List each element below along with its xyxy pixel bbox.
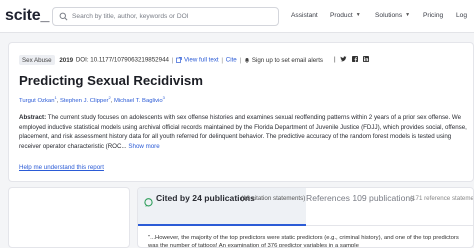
citation-statements-count: (18 citation statements) (241, 195, 306, 202)
author-link[interactable]: Stephen J. Clipper2 (59, 95, 111, 104)
divider: | (334, 56, 336, 63)
author-list: Turgut Ozkan1, Stephen J. Clipper2, Mich… (19, 95, 165, 104)
publication-year: 2019 (59, 56, 74, 64)
search-input[interactable] (72, 9, 272, 24)
citation-snippet: "...However, the majority of the top pre… (148, 235, 459, 248)
top-navigation-bar: scite_ Assistant Product▼ Solutions▼ Pri… (0, 0, 474, 33)
tab-cited-by[interactable]: Cited by 24 publications (18 citation st… (138, 188, 306, 226)
linkedin-icon[interactable] (362, 56, 369, 64)
doi: DOI: 10.1177/1079063219852944 (75, 56, 169, 64)
chevron-down-icon: ▼ (355, 12, 361, 18)
search-box[interactable] (52, 7, 279, 26)
chat-bubble-icon (144, 198, 153, 207)
chevron-down-icon: ▼ (405, 12, 411, 18)
citations-panel: Cited by 24 publications (18 citation st… (137, 187, 474, 248)
alert-label: Sign up to set email alerts (251, 56, 324, 64)
author-affiliation-number: 3 (162, 95, 165, 100)
nav-product[interactable]: Product ▼ (330, 12, 361, 19)
view-full-text-link[interactable]: View full text (184, 57, 219, 64)
author-name: Turgut Ozkan (19, 97, 55, 104)
search-icon (59, 12, 68, 21)
cite-link[interactable]: Cite (226, 57, 237, 64)
references-count: References 109 publications (306, 193, 415, 203)
nav-pricing[interactable]: Pricing (423, 12, 443, 19)
abstract: Abstract: The current study focuses on a… (19, 113, 471, 151)
external-link-icon (176, 56, 182, 63)
nav-solutions[interactable]: Solutions ▼ (375, 12, 410, 19)
alert-link[interactable]: Sign up to set email alerts (244, 57, 323, 64)
nav-log-in[interactable]: Log (456, 12, 467, 19)
divider: | (171, 56, 174, 64)
divider: | (221, 56, 223, 64)
nav-assistant[interactable]: Assistant (291, 12, 318, 19)
abstract-label: Abstract: (19, 114, 47, 121)
scite-logo[interactable]: scite_ (5, 7, 49, 25)
author-link[interactable]: Turgut Ozkan1 (19, 95, 57, 104)
bell-icon (244, 57, 249, 63)
journal-badge: Sex Abuse (19, 55, 55, 65)
abstract-text: The current study focuses on adolescents… (19, 114, 467, 150)
side-panel (8, 187, 130, 248)
author-name: Michael T. Baglivio (113, 97, 163, 104)
author-name: Stephen J. Clipper (59, 97, 109, 104)
cited-by-count: Cited by 24 publications (156, 193, 255, 203)
reference-statements-count: (171 reference statements) (410, 195, 474, 202)
paper-card: Sex Abuse 2019 DOI: 10.1177/107906321985… (8, 42, 474, 182)
tab-references[interactable]: References 109 publications (171 referen… (306, 188, 474, 226)
share-icons: | (334, 56, 369, 64)
paper-meta: Sex Abuse 2019 DOI: 10.1177/107906321985… (19, 55, 323, 65)
help-me-understand-link[interactable]: Help me understand this report (19, 164, 104, 171)
nav-product-label: Product (330, 12, 353, 19)
divider: | (239, 56, 242, 64)
nav-solutions-label: Solutions (375, 12, 403, 19)
author-link[interactable]: Michael T. Baglivio3 (113, 95, 165, 104)
paper-title: Predicting Sexual Recidivism (19, 73, 203, 88)
show-more-link[interactable]: Show more (128, 143, 159, 150)
facebook-icon[interactable] (352, 56, 359, 64)
twitter-icon[interactable] (340, 56, 348, 64)
